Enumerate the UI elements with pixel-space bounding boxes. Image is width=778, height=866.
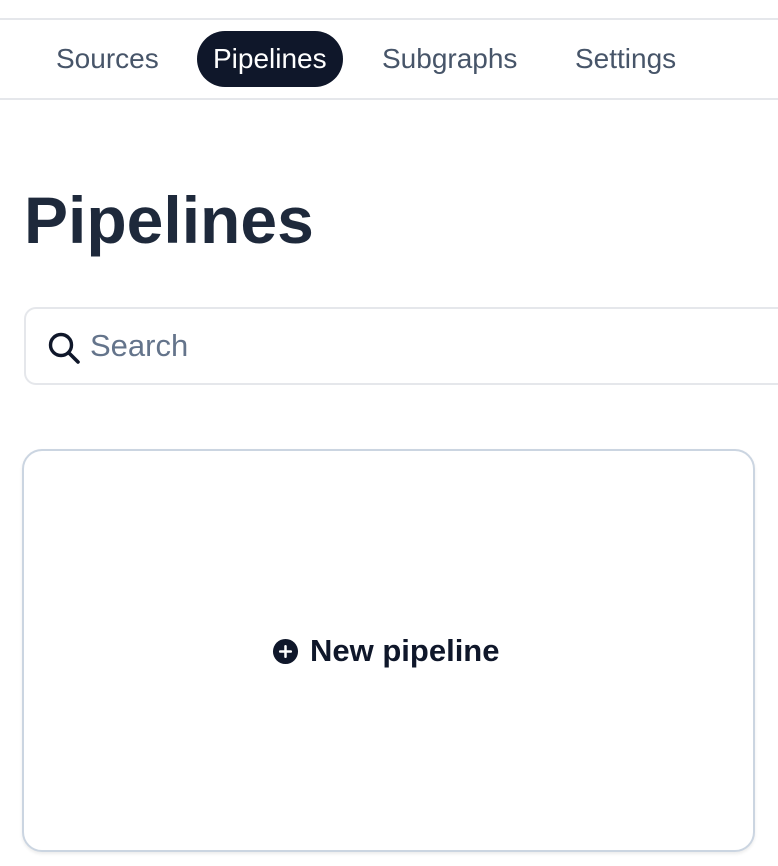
new-pipeline-card[interactable]: New pipeline [22, 449, 755, 852]
tab-subgraphs[interactable]: Subgraphs [366, 31, 533, 87]
tab-settings[interactable]: Settings [559, 31, 692, 87]
search-box[interactable] [24, 307, 778, 385]
search-icon [48, 332, 80, 364]
tab-bar: Sources Pipelines Subgraphs Settings [0, 20, 778, 100]
tab-sources[interactable]: Sources [40, 31, 175, 87]
tab-pipelines[interactable]: Pipelines [197, 31, 343, 87]
page-title: Pipelines [24, 183, 314, 257]
search-input[interactable] [90, 309, 730, 383]
new-pipeline-button[interactable]: New pipeline [272, 629, 499, 673]
page: Sources Pipelines Subgraphs Settings Pip… [0, 0, 778, 866]
plus-circle-icon [272, 638, 299, 664]
new-pipeline-label: New pipeline [310, 633, 500, 668]
